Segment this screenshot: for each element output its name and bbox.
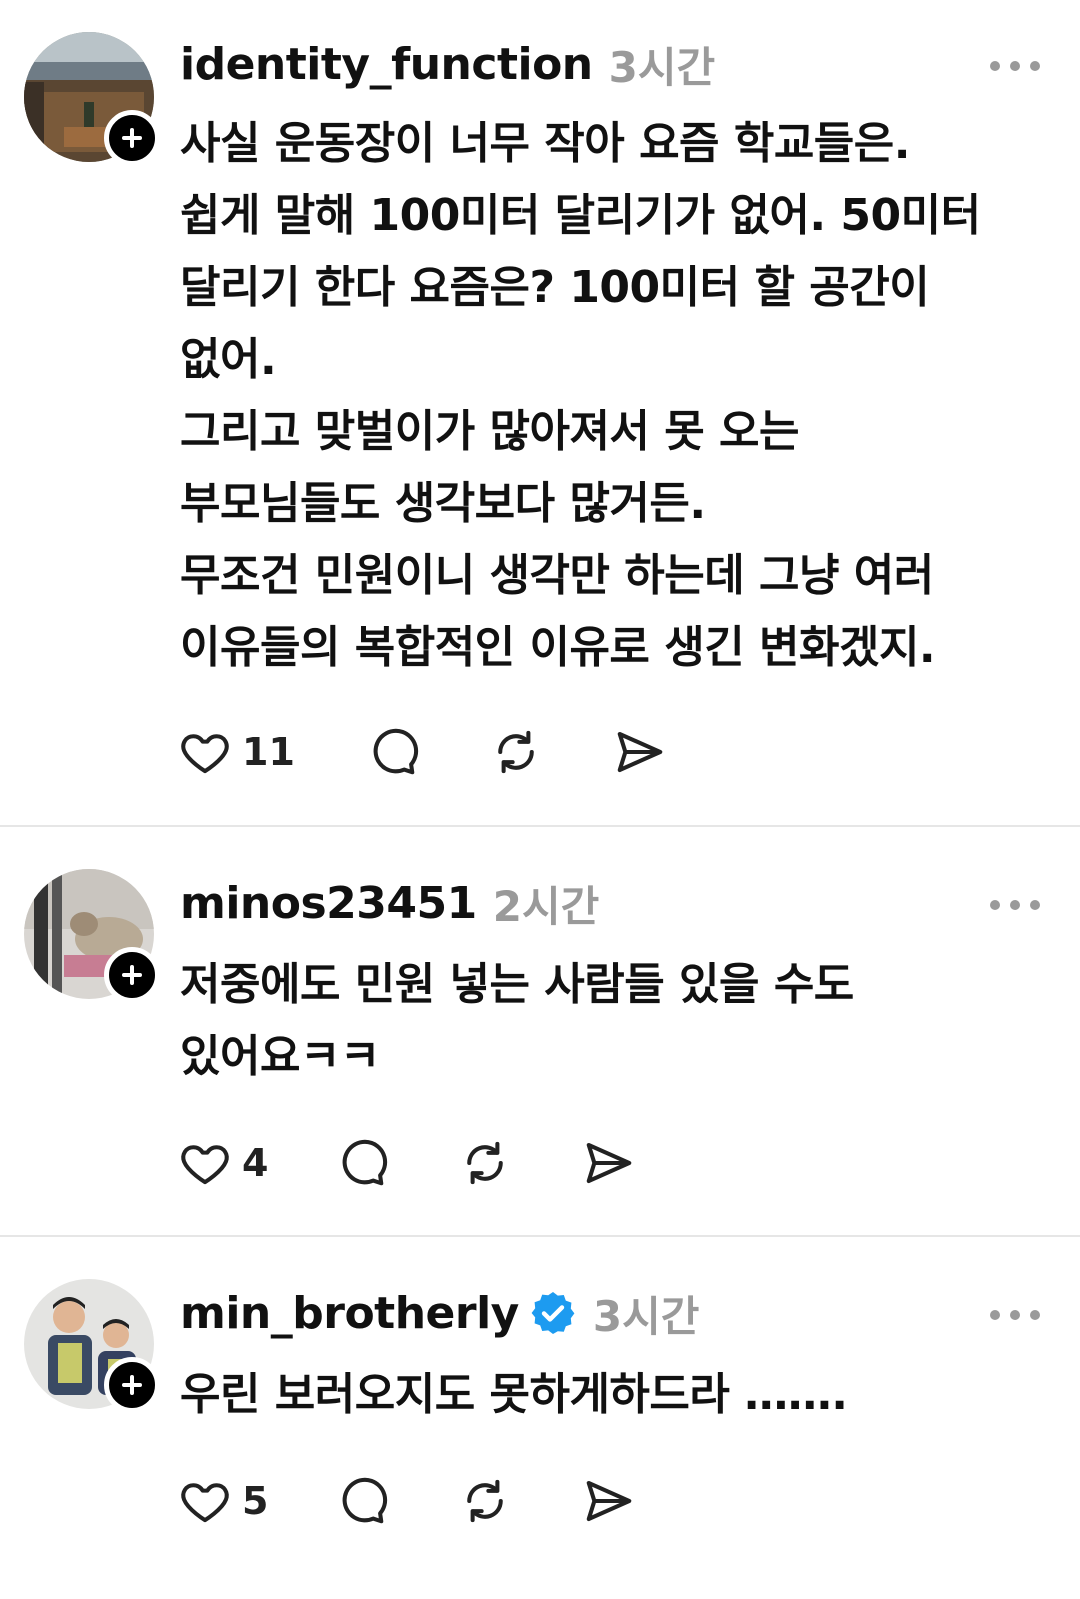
repost-icon (498, 730, 534, 774)
repost-button[interactable] (458, 1136, 512, 1190)
comment-button[interactable] (334, 1474, 388, 1528)
action-bar: 5 (178, 1471, 636, 1531)
comment-button[interactable] (334, 1136, 388, 1190)
comment-icon (343, 1139, 388, 1186)
heart-icon (181, 734, 229, 774)
avatar-wrap[interactable] (24, 869, 160, 1003)
action-bar: 11 (178, 722, 667, 782)
action-bar: 4 (178, 1133, 636, 1193)
threads-feed: identity_function 3시간 사실 운동장이 너무 작아 요즘 학… (0, 0, 1080, 1599)
heart-icon (181, 1483, 229, 1523)
post-text: 사실 운동장이 너무 작아 요즘 학교들은. 쉽게 말해 100미터 달리기가 … (180, 118, 981, 673)
post-text: 저중에도 민원 넣는 사람들 있을 수도 있어요ㅋㅋ (180, 959, 854, 1082)
username[interactable]: identity_function (180, 39, 593, 90)
username[interactable]: minos23451 (180, 878, 477, 929)
heart-icon (181, 1145, 229, 1185)
post-header: min_brotherly 3시간 (180, 1283, 699, 1343)
more-icon[interactable] (990, 895, 1040, 915)
post: identity_function 3시간 사실 운동장이 너무 작아 요즘 학… (0, 0, 1080, 826)
send-icon (587, 1142, 632, 1184)
follow-plus-icon[interactable] (104, 947, 160, 1003)
follow-plus-icon[interactable] (104, 110, 160, 166)
post-header: minos23451 2시간 (180, 873, 599, 933)
send-icon (617, 731, 663, 773)
like-button[interactable]: 11 (178, 725, 295, 779)
share-button[interactable] (582, 1136, 636, 1190)
repost-button[interactable] (458, 1474, 512, 1528)
comment-button[interactable] (365, 725, 419, 779)
like-count: 5 (242, 1479, 269, 1523)
post-header: identity_function 3시간 (180, 34, 715, 94)
timestamp: 2시간 (492, 881, 600, 931)
post-text: 우린 보러오지도 못하게하드라 ……. (180, 1369, 848, 1420)
timestamp: 3시간 (592, 1291, 700, 1341)
avatar-wrap[interactable] (24, 1279, 160, 1413)
verified-badge-icon (531, 1292, 575, 1334)
send-icon (587, 1480, 632, 1522)
timestamp: 3시간 (608, 42, 716, 92)
repost-icon (467, 1141, 504, 1185)
repost-button[interactable] (489, 725, 543, 779)
share-button[interactable] (613, 725, 667, 779)
username[interactable]: min_brotherly (180, 1288, 519, 1339)
like-count: 4 (242, 1141, 269, 1185)
more-icon[interactable] (990, 1305, 1040, 1325)
repost-icon (467, 1479, 504, 1523)
like-button[interactable]: 4 (178, 1136, 268, 1190)
share-button[interactable] (582, 1474, 636, 1528)
like-count: 11 (242, 730, 295, 774)
more-icon[interactable] (990, 56, 1040, 76)
follow-plus-icon[interactable] (104, 1357, 160, 1413)
avatar-wrap[interactable] (24, 32, 160, 166)
comment-icon (343, 1477, 388, 1524)
comment-icon (373, 728, 419, 775)
post: min_brotherly 3시간 우린 보러오지도 못하게하드라 ……. 5 (0, 1237, 1080, 1599)
like-button[interactable]: 5 (178, 1474, 268, 1528)
post: minos23451 2시간 저중에도 민원 넣는 사람들 있을 수도 있어요ㅋ… (0, 827, 1080, 1235)
